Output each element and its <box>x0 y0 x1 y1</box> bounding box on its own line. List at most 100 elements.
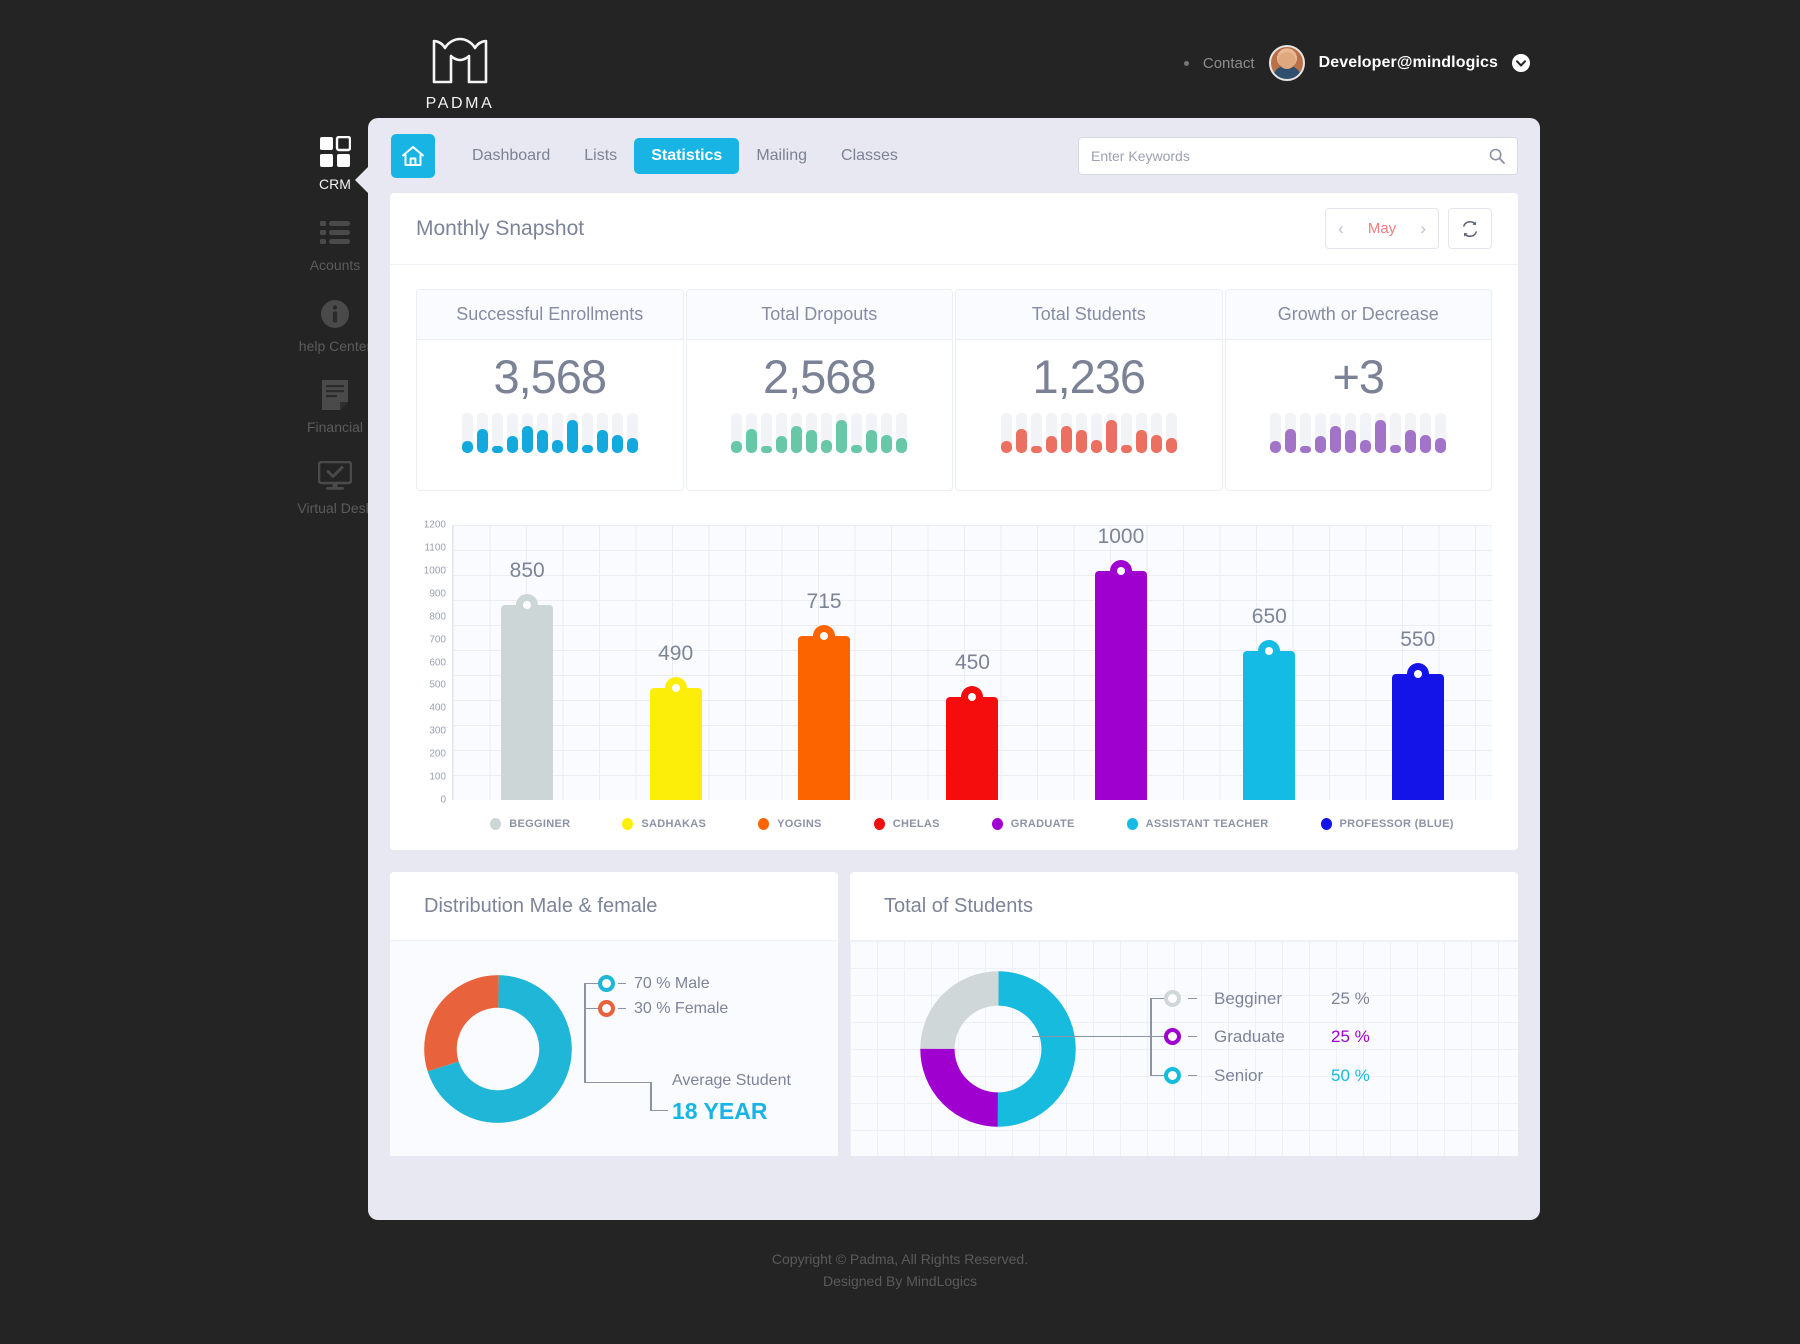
month-selector[interactable]: ‹ May › <box>1325 208 1439 249</box>
distribution-content: 70 % Male 30 % Female Average Student 18… <box>390 941 838 1156</box>
bar-slot: 550 <box>1344 525 1492 800</box>
legend-color-dot-icon <box>991 818 1003 830</box>
legend-entry-senior: Senior 50 % <box>1164 1066 1370 1086</box>
legend-item[interactable]: ASSISTANT TEACHER <box>1126 818 1269 830</box>
legend-percent: 50 % <box>1331 1065 1370 1085</box>
legend-color-dot-icon <box>622 818 634 830</box>
chart-bar[interactable] <box>1094 559 1147 800</box>
legend-label: YOGINS <box>777 818 822 830</box>
sparkline-bar <box>1360 412 1372 453</box>
legend-label: 70 % Male <box>634 974 710 992</box>
chart-bar[interactable] <box>798 625 851 800</box>
chart-bar[interactable] <box>649 676 702 800</box>
legend-item[interactable]: CHELAS <box>873 818 940 830</box>
legend-label: 30 % Female <box>634 999 729 1017</box>
avatar[interactable] <box>1268 45 1305 81</box>
legend-label: ASSISTANT TEACHER <box>1145 818 1269 830</box>
distribution-body: 70 % Male 30 % Female Average Student 18… <box>390 940 838 1156</box>
legend-entry-begginer: Begginer 25 % <box>1164 989 1370 1009</box>
nav-tab-list: Dashboard Lists Statistics Mailing Class… <box>455 137 915 174</box>
y-axis-tick: 300 <box>429 725 446 737</box>
search-box[interactable] <box>1078 136 1518 175</box>
chevron-left-icon[interactable]: ‹ <box>1338 220 1344 237</box>
kpi-row: Successful Enrollments 3,568 Total Dropo… <box>390 265 1518 491</box>
sparkline-bar <box>791 412 803 453</box>
panel-notch <box>355 166 369 194</box>
kpi-card: Total Students 1,236 <box>955 289 1223 491</box>
kpi-header: Growth or Decrease <box>1225 290 1491 340</box>
contact-link[interactable]: Contact <box>1203 55 1255 72</box>
legend-item[interactable]: SADHAKAS <box>622 818 706 830</box>
chart-bar[interactable] <box>1243 640 1296 800</box>
total-students-content: Begginer 25 % Graduate 25 % Senior 50 % <box>850 941 1518 1156</box>
kpi-card: Growth or Decrease +3 <box>1224 289 1492 491</box>
average-student-value: 18 YEAR <box>672 1097 768 1124</box>
kpi-title: Total Students <box>1031 304 1146 324</box>
sparkline-bar <box>596 412 608 453</box>
chart-bar[interactable] <box>946 685 999 800</box>
tab-statistics[interactable]: Statistics <box>634 137 740 174</box>
connector-line <box>650 1081 652 1111</box>
sparkline-bar <box>851 412 863 453</box>
legend-item[interactable]: GRADUATE <box>991 818 1075 830</box>
bar-value-knob-icon <box>961 685 984 708</box>
y-axis: 1200 1100 1000 900 800 700 600 500 400 300 200 100 0 <box>416 520 452 806</box>
total-students-header: Total of Students <box>850 872 1518 940</box>
chart-bar[interactable] <box>1391 662 1444 800</box>
kpi-body: 3,568 <box>417 340 683 490</box>
kpi-header: Total Dropouts <box>686 290 952 340</box>
bar-slot: 1000 <box>1047 525 1195 800</box>
home-button[interactable] <box>391 133 435 178</box>
tab-classes[interactable]: Classes <box>824 138 915 174</box>
plot-grid: 850 490 715 450 1000 650 550 <box>452 525 1492 800</box>
legend-percent: 25 % <box>1331 1026 1370 1046</box>
sparkline-bar <box>611 412 623 453</box>
bar-value-knob-icon <box>1406 662 1429 685</box>
statistics-card: Monthly Snapshot ‹ May › Successful Enro… <box>390 193 1518 850</box>
chevron-down-icon[interactable] <box>1512 54 1530 72</box>
y-axis-tick: 1000 <box>423 565 446 577</box>
sparkline-bar <box>1135 412 1147 453</box>
search-input[interactable] <box>1091 147 1489 164</box>
gender-donut-chart <box>422 973 574 1125</box>
y-axis-tick: 1200 <box>423 519 446 531</box>
sparkline-bar <box>521 412 533 453</box>
kpi-title: Growth or Decrease <box>1277 304 1439 324</box>
footer: Copyright © Padma, All Rights Reserved. … <box>0 1248 1800 1292</box>
y-axis-tick: 0 <box>440 794 446 806</box>
tab-mailing[interactable]: Mailing <box>739 138 824 174</box>
male-marker-icon <box>598 975 615 992</box>
legend-item[interactable]: PROFESSOR (BLUE) <box>1320 818 1454 830</box>
refresh-button[interactable] <box>1448 208 1492 249</box>
tab-dashboard[interactable]: Dashboard <box>455 138 567 174</box>
sparkline-bar <box>761 412 773 453</box>
legend-label: CHELAS <box>892 818 940 830</box>
sparkline-bar <box>1105 412 1117 453</box>
bar-slot: 715 <box>750 525 898 800</box>
bar-slot: 850 <box>453 525 601 800</box>
sparkline-bar <box>776 412 788 453</box>
bar-value-knob-icon <box>516 594 539 617</box>
sparkline <box>461 412 638 453</box>
legend-item[interactable]: BEGGINER <box>490 818 570 830</box>
sparkline-bar <box>1435 412 1447 453</box>
sparkline-bar <box>881 412 893 453</box>
sparkline-bar <box>1075 412 1087 453</box>
connector-line <box>584 1081 652 1083</box>
legend-label: GRADUATE <box>1010 818 1075 830</box>
legend-label: Graduate <box>1214 1026 1285 1046</box>
total-students-card: Total of Students Begginer 25 % Graduate… <box>850 872 1518 1156</box>
chart-bar[interactable] <box>501 594 554 800</box>
tab-lists[interactable]: Lists <box>567 138 634 174</box>
bar-value-knob-icon <box>664 676 687 699</box>
legend-item[interactable]: YOGINS <box>758 818 822 830</box>
brand-name: PADMA <box>425 95 495 112</box>
search-icon[interactable] <box>1489 148 1505 164</box>
home-icon <box>402 145 424 166</box>
kpi-value: 2,568 <box>762 350 877 403</box>
sparkline-bar <box>491 412 503 453</box>
chevron-right-icon[interactable]: › <box>1420 220 1426 237</box>
senior-marker-icon <box>1164 1067 1181 1084</box>
month-label: May <box>1367 220 1397 237</box>
sparkline-bar <box>1285 412 1297 453</box>
